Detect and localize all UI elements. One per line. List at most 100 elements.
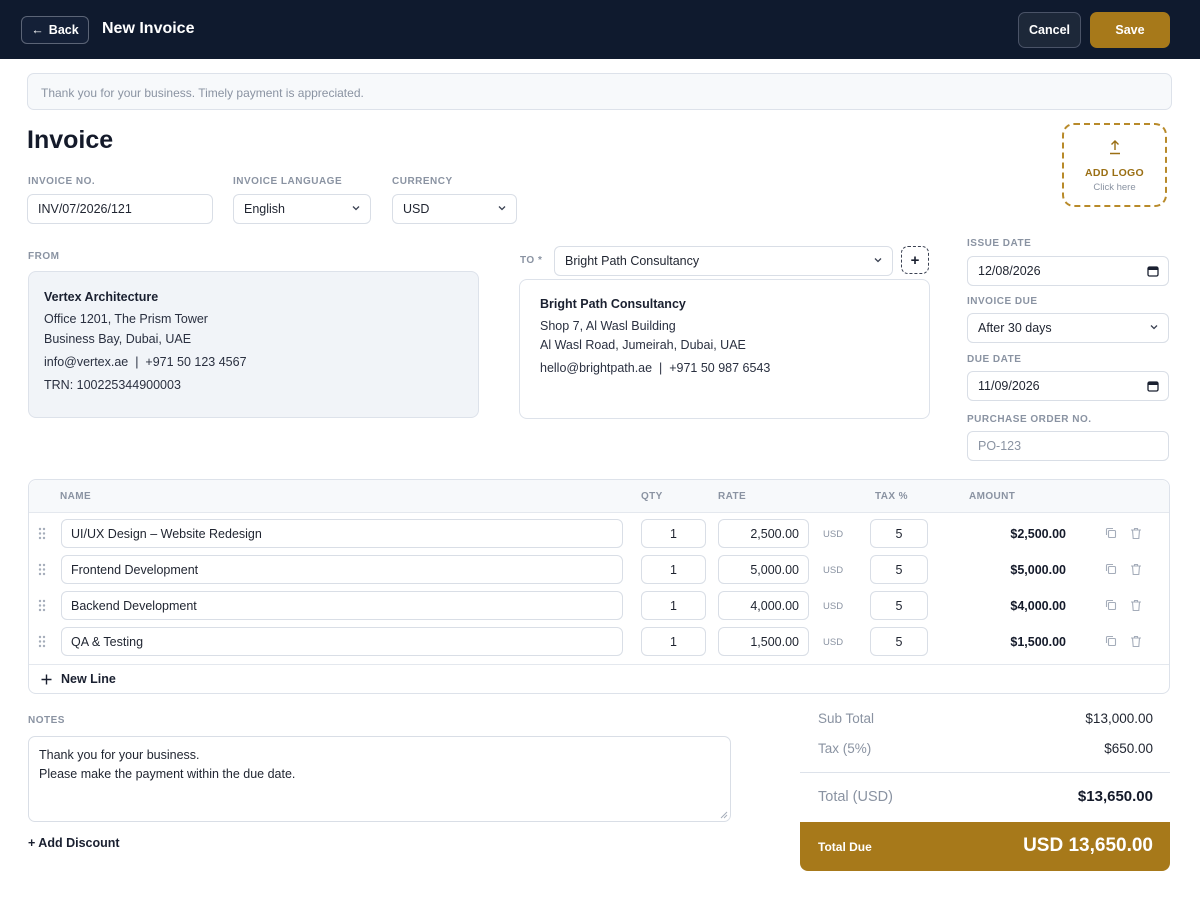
divider [29,664,1169,665]
drag-handle-icon[interactable] [38,563,46,576]
new-line-button[interactable]: New Line [41,672,116,686]
trash-icon[interactable] [1130,527,1142,540]
add-discount-button[interactable]: + Add Discount [28,836,120,850]
total-value: $13,650.00 [1077,788,1153,805]
invoice-no-label: INVOICE NO. [28,176,96,187]
save-button[interactable]: Save [1090,12,1170,48]
calendar-icon[interactable] [1147,265,1159,277]
duplicate-icon[interactable] [1105,599,1117,611]
to-label: TO * [520,255,543,266]
notes-line-2: Please make the payment within the due d… [39,767,296,781]
item-name-input[interactable]: UI/UX Design – Website Redesign [61,519,623,548]
item-name-input[interactable]: Backend Development [61,591,623,620]
item-qty-input[interactable]: 1 [641,627,706,656]
item-currency: USD [823,601,844,612]
total-due-bar: Total Due USD 13,650.00 [800,822,1170,871]
message-banner[interactable]: Thank you for your business. Timely paym… [27,73,1172,110]
invoice-language-value: English [244,202,285,216]
add-logo-dropzone[interactable]: ADD LOGO Click here [1062,123,1167,207]
page-header-title: New Invoice [102,20,195,37]
subtotal-value: $13,000.00 [1085,711,1153,726]
invoice-no-input[interactable]: INV/07/2026/121 [27,194,213,224]
item-rate-input[interactable]: 5,000.00 [718,555,809,584]
notes-textarea[interactable]: Thank you for your business. Please make… [28,736,731,822]
item-tax-input[interactable]: 5 [870,627,928,656]
top-bar: ← Back New Invoice Cancel Save [0,0,1200,59]
item-amount: $4,000.00 [1010,599,1066,613]
item-rate-input[interactable]: 4,000.00 [718,591,809,620]
issue-date-label: ISSUE DATE [967,238,1032,249]
item-name-input[interactable]: Frontend Development [61,555,623,584]
to-contact: hello@brightpath.ae | +971 50 987 6543 [540,361,771,375]
drag-handle-icon[interactable] [38,527,46,540]
divider [800,772,1170,773]
client-select[interactable]: Bright Path Consultancy [554,246,893,276]
tax-value: $650.00 [1104,741,1153,756]
total-label: Total (USD) [818,789,893,805]
item-currency: USD [823,637,844,648]
total-due-value: USD 13,650.00 [1023,835,1153,856]
invoice-language-label: INVOICE LANGUAGE [233,176,343,187]
from-address-line-2: Business Bay, Dubai, UAE [44,332,192,346]
back-button[interactable]: ← Back [21,16,89,44]
column-header-tax: TAX % [875,491,908,502]
to-address-card: Bright Path Consultancy Shop 7, Al Wasl … [519,279,930,419]
item-amount: $5,000.00 [1010,563,1066,577]
item-currency: USD [823,565,844,576]
from-contact: info@vertex.ae | +971 50 123 4567 [44,355,247,369]
trash-icon[interactable] [1130,563,1142,576]
due-date-input[interactable]: 11/09/2026 [967,371,1169,401]
item-qty-input[interactable]: 1 [641,519,706,548]
table-header: NAME QTY RATE TAX % AMOUNT [29,480,1169,513]
item-amount: $1,500.00 [1010,635,1066,649]
column-header-name: NAME [60,491,92,502]
item-amount: $2,500.00 [1010,527,1066,541]
column-header-rate: RATE [718,491,747,502]
invoice-due-select[interactable]: After 30 days [967,313,1169,343]
item-currency: USD [823,529,844,540]
currency-select[interactable]: USD [392,194,517,224]
to-address-line-2: Al Wasl Road, Jumeirah, Dubai, UAE [540,338,746,352]
total-due-label: Total Due [818,840,872,854]
notes-line-1: Thank you for your business. [39,748,200,762]
item-tax-input[interactable]: 5 [870,519,928,548]
client-select-value: Bright Path Consultancy [565,254,700,268]
currency-label: CURRENCY [392,176,453,187]
add-client-button[interactable]: + [901,246,929,274]
issue-date-input[interactable]: 12/08/2026 [967,256,1169,286]
item-tax-input[interactable]: 5 [870,591,928,620]
drag-handle-icon[interactable] [38,635,46,648]
chevron-down-icon [1150,325,1158,330]
add-logo-subtitle: Click here [1093,182,1136,193]
trash-icon[interactable] [1130,599,1142,612]
table-row: QA & Testing 1 1,500.00 USD 5 $1,500.00 [29,624,1169,660]
plus-icon [41,674,52,684]
item-qty-input[interactable]: 1 [641,591,706,620]
trash-icon[interactable] [1130,635,1142,648]
duplicate-icon[interactable] [1105,635,1117,647]
calendar-icon[interactable] [1147,380,1159,392]
duplicate-icon[interactable] [1105,563,1117,575]
to-address-line-1: Shop 7, Al Wasl Building [540,319,676,333]
invoice-language-select[interactable]: English [233,194,371,224]
currency-value: USD [403,202,430,216]
po-number-label: PURCHASE ORDER NO. [967,414,1092,425]
item-name-input[interactable]: QA & Testing [61,627,623,656]
item-qty-input[interactable]: 1 [641,555,706,584]
item-rate-input[interactable]: 1,500.00 [718,627,809,656]
from-address-line-1: Office 1201, The Prism Tower [44,312,208,326]
duplicate-icon[interactable] [1105,527,1117,539]
po-number-input[interactable]: PO-123 [967,431,1169,461]
arrow-left-icon: ← [31,23,44,37]
item-rate-input[interactable]: 2,500.00 [718,519,809,548]
column-header-amount: AMOUNT [969,491,1016,502]
table-row: Frontend Development 1 5,000.00 USD 5 $5… [29,552,1169,588]
item-tax-input[interactable]: 5 [870,555,928,584]
invoice-due-value: After 30 days [978,321,1052,335]
chevron-down-icon [498,206,506,211]
resize-handle-icon[interactable] [720,811,728,819]
from-address-card[interactable]: Vertex Architecture Office 1201, The Pri… [28,271,479,418]
line-items-table: NAME QTY RATE TAX % AMOUNT UI/UX Design … [28,479,1170,694]
drag-handle-icon[interactable] [38,599,46,612]
cancel-button[interactable]: Cancel [1018,12,1081,48]
